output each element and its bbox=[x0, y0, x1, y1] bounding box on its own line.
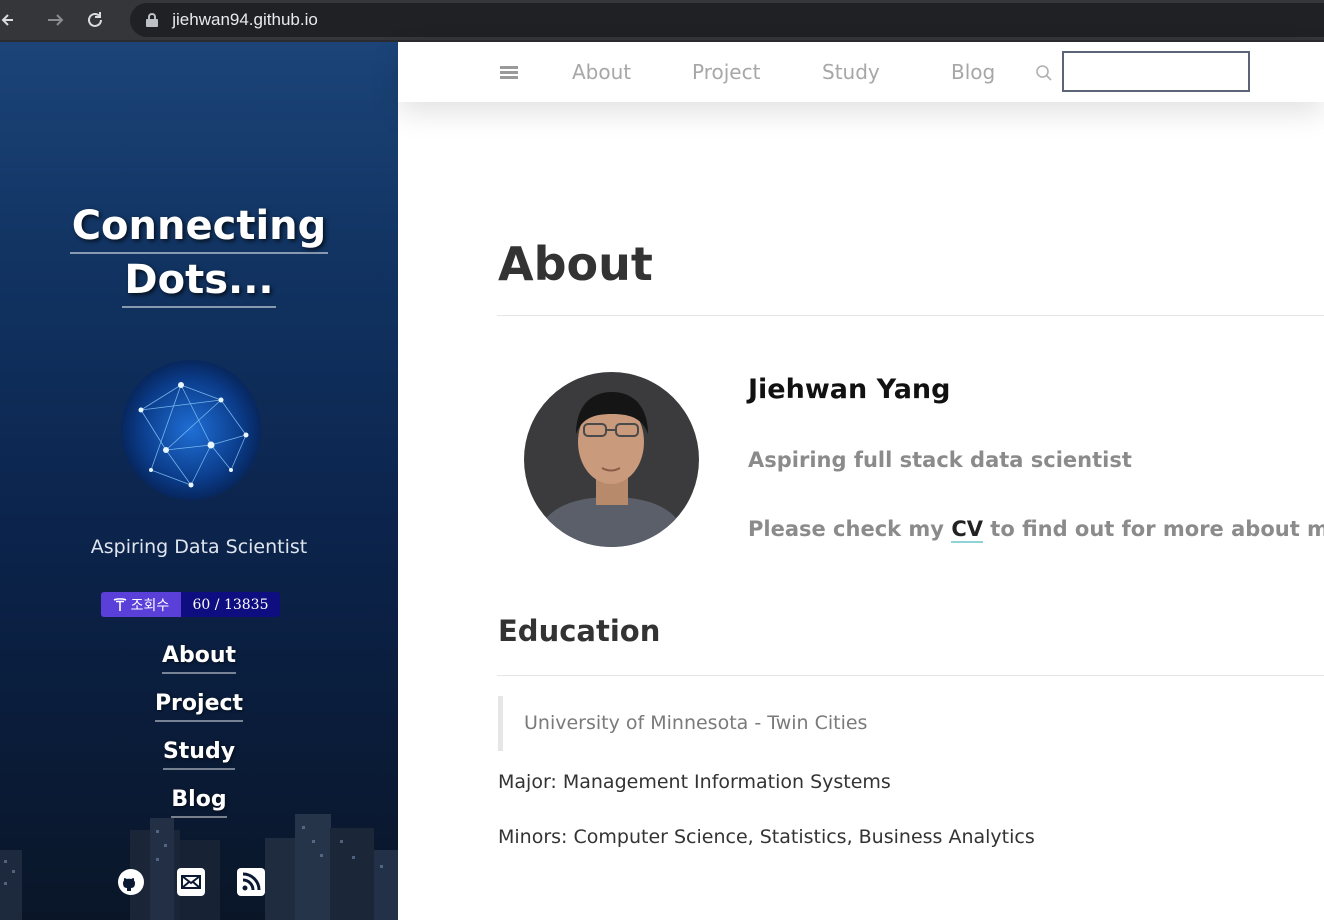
url-text: jiehwan94.github.io bbox=[172, 10, 318, 29]
browser-toolbar: jiehwan94.github.io bbox=[0, 0, 1324, 40]
top-nav: About Project Study Blog bbox=[398, 42, 1324, 102]
github-icon[interactable] bbox=[116, 867, 146, 897]
site-title-line2: Dots... bbox=[122, 254, 276, 308]
sidebar-item-about[interactable]: About bbox=[0, 636, 398, 684]
profile-photo bbox=[524, 372, 699, 547]
sidebar-item-project[interactable]: Project bbox=[0, 684, 398, 732]
nav-link-blog[interactable]: Blog bbox=[951, 60, 995, 84]
forward-button[interactable] bbox=[36, 0, 75, 40]
search-icon[interactable] bbox=[1035, 64, 1053, 82]
nav-link-study[interactable]: Study bbox=[822, 60, 880, 84]
cv-sentence: Please check my CV to find out for more … bbox=[748, 517, 1324, 543]
page-title: About bbox=[498, 237, 653, 291]
sidebar-tagline: Aspiring Data Scientist bbox=[90, 536, 308, 558]
reload-button[interactable] bbox=[75, 0, 114, 40]
sidebar-avatar bbox=[121, 360, 261, 500]
sidebar-item-blog[interactable]: Blog bbox=[0, 780, 398, 828]
arrow-left-icon bbox=[1, 14, 13, 26]
profile-name: Jiehwan Yang bbox=[748, 374, 951, 405]
sidebar-nav: About Project Study Blog bbox=[0, 636, 398, 828]
address-bar[interactable]: jiehwan94.github.io bbox=[130, 3, 1324, 37]
hits-count: 60 / 13835 bbox=[181, 592, 280, 617]
profile-headline: Aspiring full stack data scientist bbox=[748, 448, 1132, 472]
network-graph-image bbox=[121, 360, 261, 500]
education-heading: Education bbox=[498, 614, 661, 648]
tesla-logo-icon bbox=[113, 597, 127, 611]
hits-counter-badge: 조회수 60 / 13835 bbox=[101, 592, 280, 617]
nav-link-project[interactable]: Project bbox=[692, 60, 760, 84]
reload-icon bbox=[87, 12, 102, 27]
sidebar-item-study[interactable]: Study bbox=[0, 732, 398, 780]
lock-icon bbox=[146, 13, 159, 27]
hits-label: 조회수 bbox=[101, 592, 181, 617]
minors-text: Minors: Computer Science, Statistics, Bu… bbox=[498, 826, 1035, 848]
site-title[interactable]: Connecting Dots... bbox=[0, 200, 398, 308]
title-divider bbox=[497, 315, 1324, 316]
nav-link-about[interactable]: About bbox=[572, 60, 631, 84]
arrow-right-icon bbox=[47, 14, 63, 26]
hamburger-menu-icon[interactable] bbox=[500, 66, 518, 80]
major-text: Major: Management Information Systems bbox=[498, 771, 891, 793]
search-input[interactable] bbox=[1062, 51, 1250, 92]
email-icon[interactable] bbox=[176, 867, 206, 897]
profile-portrait-image bbox=[524, 372, 699, 547]
cv-link[interactable]: CV bbox=[951, 517, 983, 543]
social-links bbox=[0, 867, 398, 899]
site-title-line1: Connecting bbox=[69, 200, 329, 254]
education-divider bbox=[497, 675, 1324, 676]
rss-icon[interactable] bbox=[236, 867, 266, 897]
back-button[interactable] bbox=[0, 0, 14, 40]
sidebar: Connecting Dots... Aspiring Data Scienti… bbox=[0, 42, 398, 920]
school-blockquote: University of Minnesota - Twin Cities bbox=[498, 696, 1098, 751]
